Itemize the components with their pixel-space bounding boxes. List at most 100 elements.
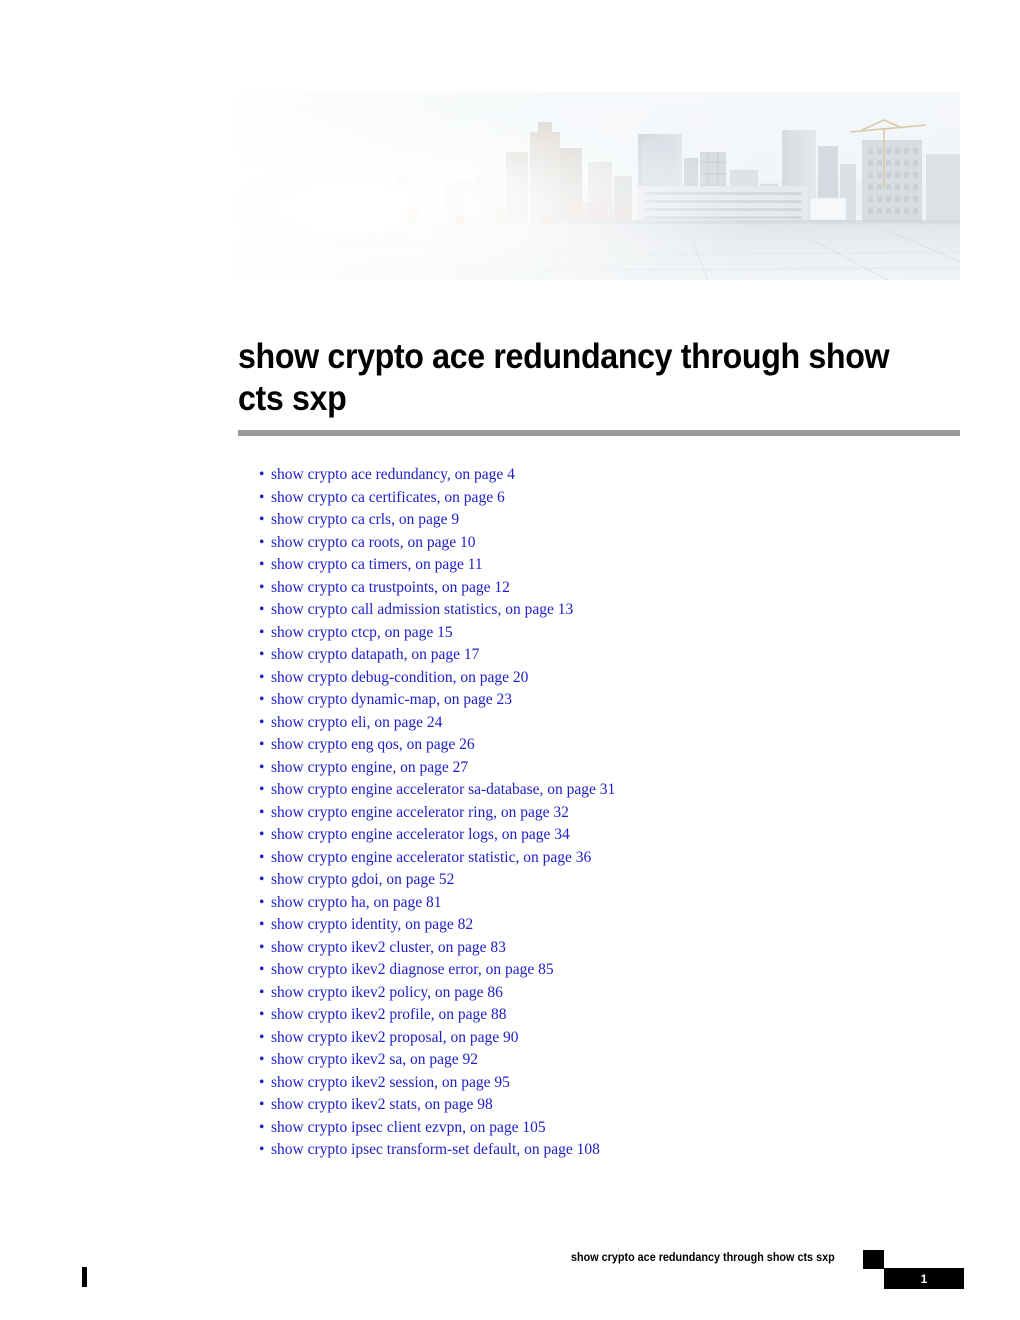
list-item[interactable]: • show crypto ikev2 diagnose error, on p…	[258, 959, 958, 982]
toc-link[interactable]: show crypto ctcp, on page 15	[271, 624, 453, 641]
bullet-icon: •	[259, 916, 265, 933]
list-item[interactable]: • show crypto ipsec transform-set defaul…	[258, 1139, 958, 1162]
bullet-icon: •	[259, 1073, 265, 1091]
list-item[interactable]: • show crypto engine accelerator statist…	[258, 847, 958, 870]
toc-link[interactable]: show crypto ikev2 stats, on page 98	[271, 1096, 493, 1113]
bullet-icon: •	[259, 983, 265, 1001]
toc-link[interactable]: show crypto call admission statistics, o…	[271, 601, 573, 618]
list-item[interactable]: • show crypto dynamic-map, on page 23	[258, 689, 958, 712]
bullet-icon: •	[259, 556, 265, 573]
toc-link[interactable]: show crypto ha, on page 81	[271, 894, 441, 911]
bullet-icon: •	[259, 1006, 265, 1023]
toc-link[interactable]: show crypto ikev2 policy, on page 86	[271, 984, 503, 1001]
bullet-icon: •	[259, 646, 265, 663]
page-title: show crypto ace redundancy through show …	[238, 337, 890, 418]
footer-square-mark	[863, 1250, 884, 1269]
list-item[interactable]: • show crypto ikev2 sa, on page 92	[258, 1049, 958, 1072]
list-item[interactable]: • show crypto ikev2 policy, on page 86	[258, 982, 958, 1005]
list-item[interactable]: • show crypto ca crls, on page 9	[258, 509, 958, 532]
list-item[interactable]: • show crypto ikev2 proposal, on page 90	[258, 1027, 958, 1050]
toc-link[interactable]: show crypto ca crls, on page 9	[271, 511, 459, 528]
bullet-icon: •	[259, 578, 265, 596]
title-divider	[238, 430, 960, 436]
bullet-icon: •	[259, 803, 265, 821]
list-item[interactable]: • show crypto ace redundancy, on page 4	[258, 464, 958, 487]
page-number: 1	[920, 1272, 928, 1286]
list-item[interactable]: • show crypto ca roots, on page 10	[258, 532, 958, 555]
toc-link[interactable]: show crypto debug-condition, on page 20	[271, 669, 528, 686]
list-item[interactable]: • show crypto engine accelerator sa-data…	[258, 779, 958, 802]
list-item[interactable]: • show crypto ikev2 stats, on page 98	[258, 1094, 958, 1117]
bullet-icon: •	[259, 601, 265, 618]
toc-link[interactable]: show crypto ikev2 profile, on page 88	[271, 1006, 506, 1023]
bullet-icon: •	[259, 1141, 265, 1158]
bullet-icon: •	[259, 781, 265, 798]
toc-link[interactable]: show crypto ipsec transform-set default,…	[271, 1141, 600, 1158]
list-item[interactable]: • show crypto ca trustpoints, on page 12	[258, 577, 958, 600]
bullet-icon: •	[259, 938, 265, 956]
bullet-icon: •	[259, 511, 265, 528]
bullet-icon: •	[259, 848, 265, 866]
toc-link[interactable]: show crypto eng qos, on page 26	[271, 736, 475, 753]
bullet-icon: •	[259, 826, 265, 843]
toc-link[interactable]: show crypto ikev2 cluster, on page 83	[271, 939, 506, 956]
toc-link[interactable]: show crypto identity, on page 82	[271, 916, 473, 933]
toc-link[interactable]: show crypto engine accelerator ring, on …	[271, 804, 569, 821]
toc-link[interactable]: show crypto ikev2 proposal, on page 90	[271, 1029, 519, 1046]
toc-link[interactable]: show crypto eli, on page 24	[271, 714, 442, 731]
list-item[interactable]: • show crypto ikev2 profile, on page 88	[258, 1004, 958, 1027]
list-item[interactable]: • show crypto eli, on page 24	[258, 712, 958, 735]
bullet-icon: •	[259, 961, 265, 978]
list-item[interactable]: • show crypto ca certificates, on page 6	[258, 487, 958, 510]
bullet-icon: •	[259, 736, 265, 753]
bullet-icon: •	[259, 871, 265, 888]
chapter-banner-image	[238, 92, 960, 280]
toc-link[interactable]: show crypto ca roots, on page 10	[271, 534, 475, 551]
list-item[interactable]: • show crypto datapath, on page 17	[258, 644, 958, 667]
bullet-icon: •	[259, 668, 265, 686]
toc-link[interactable]: show crypto ca trustpoints, on page 12	[271, 579, 510, 596]
toc-link[interactable]: show crypto ace redundancy, on page 4	[271, 466, 515, 483]
list-item[interactable]: • show crypto ikev2 cluster, on page 83	[258, 937, 958, 960]
list-item[interactable]: • show crypto ipsec client ezvpn, on pag…	[258, 1117, 958, 1140]
toc-link[interactable]: show crypto ikev2 diagnose error, on pag…	[271, 961, 554, 978]
list-item[interactable]: • show crypto ikev2 session, on page 95	[258, 1072, 958, 1095]
list-item[interactable]: • show crypto gdoi, on page 52	[258, 869, 958, 892]
bullet-icon: •	[259, 623, 265, 641]
toc-link[interactable]: show crypto dynamic-map, on page 23	[271, 691, 512, 708]
toc-link[interactable]: show crypto engine accelerator sa-databa…	[271, 781, 615, 798]
bullet-icon: •	[259, 1051, 265, 1068]
chapter-toc-list: • show crypto ace redundancy, on page 4 …	[258, 464, 958, 1162]
bullet-icon: •	[259, 1028, 265, 1046]
list-item[interactable]: • show crypto engine, on page 27	[258, 757, 958, 780]
list-item[interactable]: • show crypto identity, on page 82	[258, 914, 958, 937]
list-item[interactable]: • show crypto call admission statistics,…	[258, 599, 958, 622]
bullet-icon: •	[259, 533, 265, 551]
list-item[interactable]: • show crypto ca timers, on page 11	[258, 554, 958, 577]
toc-link[interactable]: show crypto engine, on page 27	[271, 759, 468, 776]
bullet-icon: •	[259, 1096, 265, 1113]
toc-link[interactable]: show crypto engine accelerator logs, on …	[271, 826, 570, 843]
list-item[interactable]: • show crypto ctcp, on page 15	[258, 622, 958, 645]
list-item[interactable]: • show crypto debug-condition, on page 2…	[258, 667, 958, 690]
toc-link[interactable]: show crypto gdoi, on page 52	[271, 871, 454, 888]
bullet-icon: •	[259, 758, 265, 776]
toc-link[interactable]: show crypto ikev2 session, on page 95	[271, 1074, 510, 1091]
bullet-icon: •	[259, 1118, 265, 1136]
left-margin-mark	[82, 1267, 87, 1287]
bullet-icon: •	[259, 691, 265, 708]
toc-link[interactable]: show crypto ipsec client ezvpn, on page …	[271, 1119, 546, 1136]
bullet-icon: •	[259, 893, 265, 911]
toc-link[interactable]: show crypto ca certificates, on page 6	[271, 489, 505, 506]
toc-link[interactable]: show crypto ca timers, on page 11	[271, 556, 483, 573]
list-item[interactable]: • show crypto ha, on page 81	[258, 892, 958, 915]
toc-link[interactable]: show crypto engine accelerator statistic…	[271, 849, 591, 866]
list-item[interactable]: • show crypto engine accelerator ring, o…	[258, 802, 958, 825]
toc-link[interactable]: show crypto datapath, on page 17	[271, 646, 479, 663]
footer-chapter-title: show crypto ace redundancy through show …	[571, 1252, 835, 1264]
toc-link[interactable]: show crypto ikev2 sa, on page 92	[271, 1051, 478, 1068]
list-item[interactable]: • show crypto engine accelerator logs, o…	[258, 824, 958, 847]
list-item[interactable]: • show crypto eng qos, on page 26	[258, 734, 958, 757]
bullet-icon: •	[259, 713, 265, 731]
cityscape-illustration	[238, 92, 960, 280]
